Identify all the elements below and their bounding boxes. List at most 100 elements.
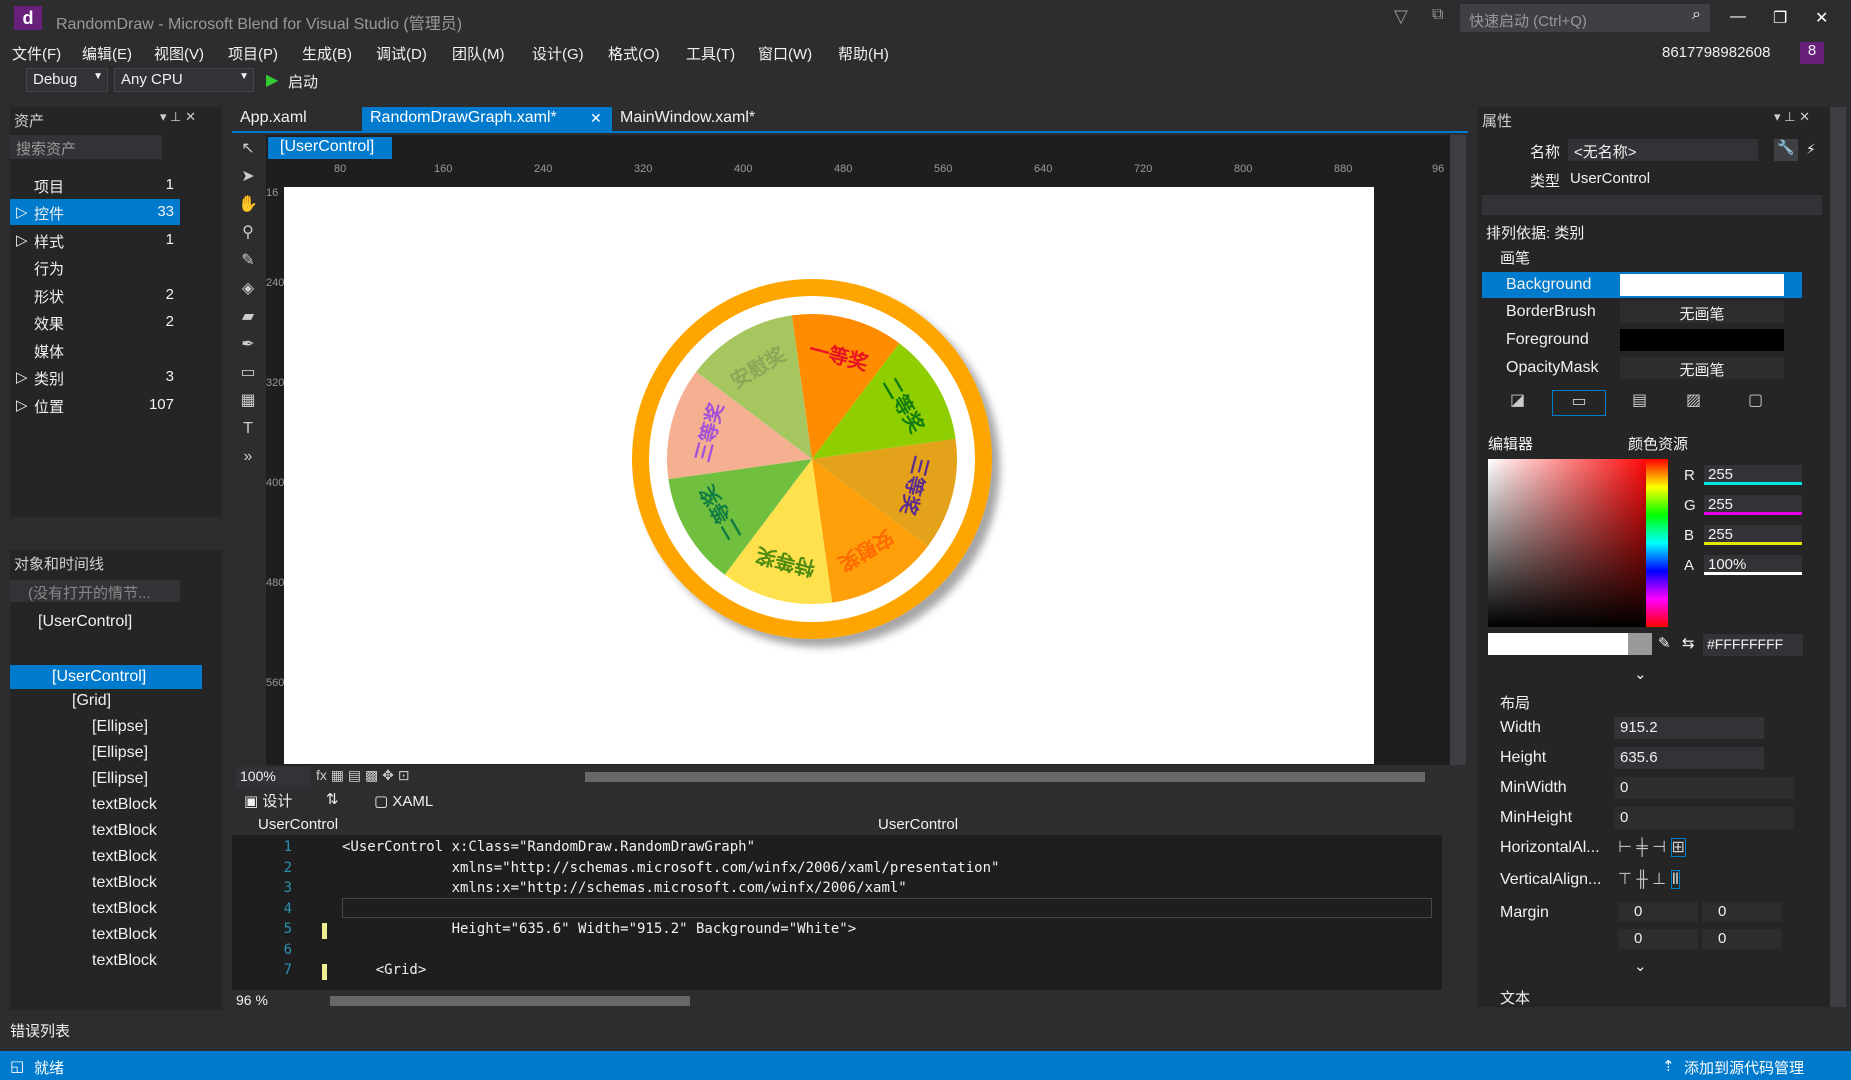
property-search-input[interactable] [1482, 195, 1822, 215]
upload-icon[interactable]: ⇡ [1662, 1057, 1675, 1075]
asset-item[interactable]: ▷ 类别 3 [10, 364, 180, 390]
menu-design[interactable]: 设计(G) [532, 43, 584, 64]
add-to-source-control-button[interactable]: 添加到源代码管理 [1684, 1057, 1804, 1078]
hue-slider[interactable] [1646, 459, 1668, 627]
panel-menu-icon[interactable]: ▾ ⊥ ✕ [1774, 109, 1810, 125]
breadcrumb[interactable]: [UserControl] [268, 137, 392, 159]
minwidth-row[interactable]: MinWidth 0 [1478, 775, 1830, 801]
account-name[interactable]: 8617798982608 [1662, 44, 1770, 61]
foreground-row[interactable]: Foreground [1482, 327, 1802, 353]
code-nav-right[interactable]: UserControl [856, 815, 1456, 835]
b-input[interactable]: 255 [1704, 525, 1802, 545]
sort-select[interactable]: 排列依据: 类别 [1486, 222, 1584, 243]
height-row[interactable]: Height 635.6 [1478, 745, 1830, 771]
designer-vscroll[interactable] [1450, 135, 1466, 765]
rectangle-tool-icon[interactable]: ▭ [232, 359, 264, 387]
margin-left-input[interactable]: 0 [1618, 902, 1698, 922]
wrench-icon[interactable]: 🔧 [1774, 139, 1798, 161]
r-input[interactable]: 255 [1704, 465, 1802, 485]
tree-row-ellipse[interactable]: [Ellipse] [92, 718, 148, 736]
tree-row-ellipse[interactable]: [Ellipse] [92, 744, 148, 762]
eyedropper-icon[interactable]: ✎ [1658, 634, 1671, 652]
tree-row-textblock[interactable]: textBlock [92, 874, 157, 892]
halign-row[interactable]: HorizontalAl... ⊢ ╪ ⊣ ⊞ [1478, 835, 1830, 861]
asset-item[interactable]: 媒体 [10, 337, 180, 363]
designer-zoom-select[interactable]: 100% [236, 767, 310, 787]
minheight-row[interactable]: MinHeight 0 [1478, 805, 1830, 831]
tree-row-textblock[interactable]: textBlock [92, 952, 157, 972]
close-button[interactable]: ✕ [1815, 8, 1828, 28]
tree-row-usercontrol[interactable]: [UserControl] [10, 665, 202, 689]
close-tab-icon[interactable]: ✕ [590, 110, 602, 127]
pan-tool-icon[interactable]: ✋ [232, 191, 264, 219]
asset-item[interactable]: 项目 1 [10, 172, 180, 198]
opacitymask-row[interactable]: OpacityMask 无画笔 [1482, 355, 1802, 381]
minimize-button[interactable]: — [1730, 8, 1746, 26]
filter-icon[interactable]: ▽ [1394, 6, 1408, 27]
margin-top-input[interactable]: 0 [1618, 929, 1698, 949]
menu-window[interactable]: 窗口(W) [758, 43, 812, 64]
root-element[interactable]: [UserControl] [38, 613, 132, 631]
menu-team[interactable]: 团队(M) [452, 43, 505, 64]
tree-row-grid[interactable]: [Grid] [72, 692, 111, 710]
asset-item[interactable]: ▷ 样式 1 [10, 227, 180, 253]
eraser-tool-icon[interactable]: ▰ [232, 303, 264, 331]
menu-edit[interactable]: 编辑(E) [82, 43, 132, 64]
paint-bucket-tool-icon[interactable]: ◈ [232, 275, 264, 303]
panel-menu-icon[interactable]: ▾ ⊥ ✕ [160, 109, 196, 125]
assets-search-input[interactable]: 搜索资产 [10, 135, 162, 159]
tree-row-textblock[interactable]: textBlock [92, 822, 157, 840]
tree-row-textblock[interactable]: textBlock [92, 848, 157, 866]
quick-launch-input[interactable]: 快速启动 (Ctrl+Q) [1460, 4, 1710, 32]
error-list-tab[interactable]: 错误列表 [10, 1020, 70, 1041]
background-brush-row[interactable]: Background [1482, 272, 1802, 298]
margin-right-input[interactable]: 0 [1702, 902, 1782, 922]
swap-icon[interactable]: ⇅ [326, 790, 339, 808]
g-input[interactable]: 255 [1704, 495, 1802, 515]
menu-project[interactable]: 项目(P) [228, 43, 278, 64]
xaml-tab[interactable]: ▢ XAML [374, 792, 433, 810]
a-input[interactable]: 100% [1704, 555, 1802, 575]
tab-app-xaml[interactable]: App.xaml [232, 107, 315, 131]
start-button[interactable]: 启动 [288, 71, 318, 92]
design-tab[interactable]: ▣ 设计 [244, 790, 292, 811]
menu-format[interactable]: 格式(O) [608, 43, 660, 64]
play-icon[interactable]: ▶ [266, 70, 278, 90]
zoom-tool-icon[interactable]: ⚲ [232, 219, 264, 247]
tree-row-textblock[interactable]: textBlock [92, 926, 157, 944]
pen-tool-icon[interactable]: ✒ [232, 331, 264, 359]
asset-item[interactable]: 行为 [10, 254, 180, 280]
margin-bottom-input[interactable]: 0 [1702, 929, 1782, 949]
hex-input[interactable]: #FFFFFFFF [1703, 634, 1803, 656]
name-input[interactable]: <无名称> [1568, 139, 1758, 161]
width-row[interactable]: Width 915.2 [1478, 715, 1830, 741]
properties-scrollbar[interactable] [1830, 107, 1846, 1007]
code-nav-left[interactable]: UserControl [236, 815, 844, 835]
menu-debug[interactable]: 调试(D) [376, 43, 427, 64]
asset-item[interactable]: 形状 2 [10, 282, 180, 308]
tab-mainwindow[interactable]: MainWindow.xaml* [612, 107, 763, 131]
select-tool-icon[interactable]: ↖ [232, 135, 264, 163]
borderbrush-row[interactable]: BorderBrush 无画笔 [1482, 299, 1802, 325]
tree-row-textblock[interactable]: textBlock [92, 796, 157, 814]
grid-tool-icon[interactable]: ▦ [232, 387, 264, 415]
layout-section-header[interactable]: 布局 [1500, 692, 1530, 713]
text-tool-icon[interactable]: T [232, 415, 264, 443]
search-icon[interactable]: ⌕ [1692, 6, 1701, 24]
code-zoom-select[interactable]: 96 % [232, 991, 304, 1011]
expand-chevron-icon[interactable]: ⌄ [1634, 957, 1647, 975]
restore-button[interactable]: ❐ [1773, 8, 1787, 28]
tab-randomdrawgraph[interactable]: RandomDrawGraph.xaml* [362, 107, 612, 131]
menu-file[interactable]: 文件(F) [12, 43, 61, 64]
color-resources-tab[interactable]: 颜色资源 [1628, 433, 1688, 454]
storyboard-select[interactable]: (没有打开的情节... [10, 580, 180, 602]
usercontrol-canvas[interactable]: 一等奖 二等奖 三等奖 安慰奖 特等奖 二等奖 三等奖 安慰奖 [284, 187, 1374, 764]
platform-select[interactable]: Any CPU ▼ [114, 68, 254, 92]
events-icon[interactable]: ⚡ [1806, 141, 1816, 158]
xaml-editor[interactable]: 1 <UserControl x:Class="RandomDraw.Rando… [232, 835, 1442, 990]
menu-build[interactable]: 生成(B) [302, 43, 352, 64]
code-hscroll[interactable] [330, 996, 690, 1006]
direct-select-tool-icon[interactable]: ➤ [232, 163, 264, 191]
menu-help[interactable]: 帮助(H) [838, 43, 889, 64]
tree-row-textblock[interactable]: textBlock [92, 900, 157, 918]
